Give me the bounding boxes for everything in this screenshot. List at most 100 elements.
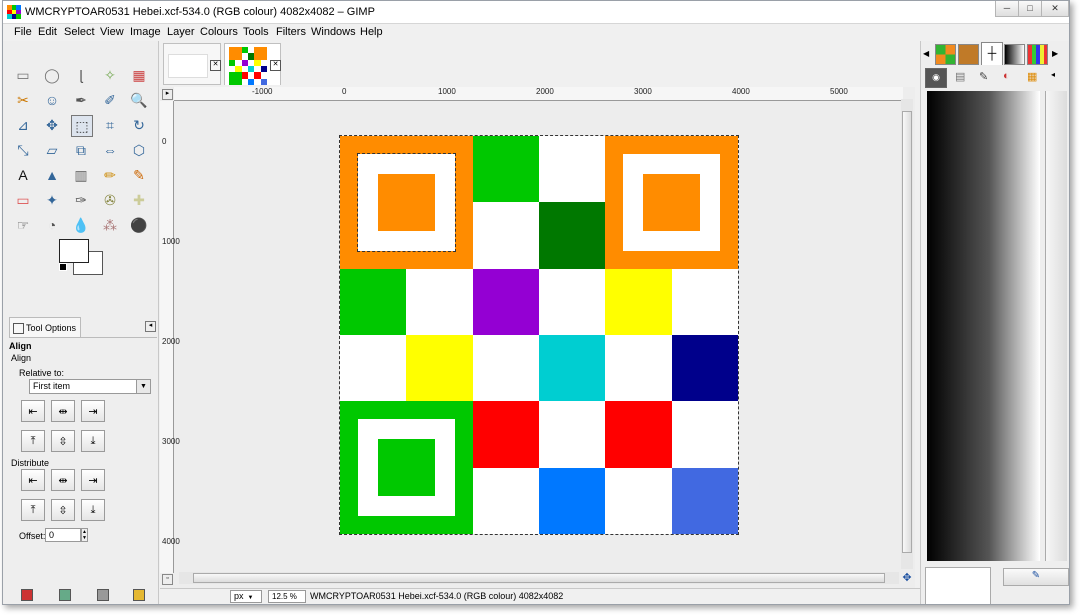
- navigate-icon[interactable]: ✥: [901, 572, 913, 584]
- image-canvas[interactable]: [339, 135, 739, 535]
- smudge-tool-icon[interactable]: ☞: [13, 215, 33, 235]
- rect-select-tool-icon[interactable]: ▭: [13, 65, 33, 85]
- eraser-tool-icon[interactable]: ▭: [13, 190, 33, 210]
- ink-tool-icon[interactable]: ✑: [71, 190, 91, 210]
- offset-spinner[interactable]: ▲ ▼: [81, 528, 88, 542]
- layers-tab-icon[interactable]: ◉: [925, 68, 947, 88]
- restore-button[interactable]: □: [1018, 1, 1042, 17]
- delete-tool-preset-icon[interactable]: [97, 589, 109, 601]
- distribute-middle-button[interactable]: ⇳: [51, 499, 75, 521]
- scale-tool-icon[interactable]: ⤡: [13, 140, 33, 160]
- restore-tool-preset-icon[interactable]: [59, 589, 71, 601]
- menu-view[interactable]: View: [100, 26, 124, 38]
- heal-tool-icon[interactable]: ✚: [129, 190, 149, 210]
- undo-history-tab-icon[interactable]: ◐: [1003, 70, 1010, 82]
- close-icon[interactable]: ✕: [210, 60, 221, 71]
- save-tool-preset-icon[interactable]: [21, 589, 33, 601]
- horizontal-ruler[interactable]: -1000 0 1000 2000 3000 4000 5000: [174, 87, 903, 101]
- relative-to-select[interactable]: First item ▼: [29, 379, 151, 394]
- menu-select[interactable]: Select: [64, 26, 95, 38]
- paths-tool-icon[interactable]: ✒: [71, 90, 91, 110]
- vertical-scroll-thumb[interactable]: [902, 111, 912, 553]
- text-tool-icon[interactable]: A: [13, 165, 33, 185]
- fonts-tab-icon[interactable]: ┼: [981, 42, 1003, 65]
- menu-help[interactable]: Help: [360, 26, 383, 38]
- distribute-center-button[interactable]: ⇹: [51, 469, 75, 491]
- align-bottom-button[interactable]: ⤓: [81, 430, 105, 452]
- scissors-tool-icon[interactable]: ✂: [13, 90, 33, 110]
- tab-menu-icon[interactable]: ◂: [145, 321, 156, 332]
- align-top-button[interactable]: ⤒: [21, 430, 45, 452]
- close-button[interactable]: ✕: [1041, 1, 1069, 17]
- flip-tool-icon[interactable]: ⇔: [100, 140, 120, 160]
- menu-tools[interactable]: Tools: [243, 26, 269, 38]
- gradients-tab-icon[interactable]: [1004, 44, 1025, 65]
- menu-colours[interactable]: Colours: [200, 26, 238, 38]
- shear-tool-icon[interactable]: ▱: [42, 140, 62, 160]
- distribute-top-button[interactable]: ⤒: [21, 499, 45, 521]
- crop-tool-icon[interactable]: ⌗: [100, 115, 120, 135]
- dock-left-arrow-icon[interactable]: ◀: [923, 49, 929, 58]
- image-tab-blank[interactable]: ✕: [163, 43, 221, 85]
- edit-icon[interactable]: ✎: [1003, 568, 1069, 586]
- menu-windows[interactable]: Windows: [311, 26, 356, 38]
- quick-mask-icon[interactable]: ▸: [162, 89, 173, 100]
- dock-scrollbar[interactable]: [1045, 91, 1067, 561]
- image-tab-active[interactable]: ✕: [224, 43, 281, 86]
- zoom-fit-icon[interactable]: ▫: [162, 574, 173, 585]
- distribute-bottom-button[interactable]: ⤓: [81, 499, 105, 521]
- rotate-tool-icon[interactable]: ↻: [129, 115, 149, 135]
- gradient-preview[interactable]: [927, 91, 1040, 561]
- menu-file[interactable]: File: [14, 26, 32, 38]
- align-tool-icon[interactable]: ⬚: [71, 115, 93, 137]
- tab-tool-options[interactable]: Tool Options: [9, 317, 81, 337]
- cage-transform-tool-icon[interactable]: ⬡: [129, 140, 149, 160]
- menu-edit[interactable]: Edit: [38, 26, 57, 38]
- brush-preview[interactable]: [925, 567, 991, 604]
- minimize-button[interactable]: ─: [995, 1, 1019, 17]
- menu-filters[interactable]: Filters: [276, 26, 306, 38]
- colormap-tab-icon[interactable]: ▦: [1027, 70, 1037, 83]
- airbrush-tool-icon[interactable]: ✦: [42, 190, 62, 210]
- brushes-tab-icon[interactable]: [958, 44, 979, 65]
- offset-input[interactable]: 0: [45, 528, 81, 542]
- move-tool-icon[interactable]: ✥: [42, 115, 62, 135]
- select-by-color-tool-icon[interactable]: ▦: [129, 65, 149, 85]
- paths-tab-icon[interactable]: ✎: [979, 70, 988, 83]
- distribute-right-button[interactable]: ⇥: [81, 469, 105, 491]
- default-colors-icon[interactable]: [59, 263, 67, 271]
- vertical-scrollbar[interactable]: [901, 99, 913, 569]
- fill-tool-icon[interactable]: ⚫: [129, 215, 149, 235]
- align-middle-button[interactable]: ⇳: [51, 430, 75, 452]
- palettes-tab-icon[interactable]: [1027, 44, 1048, 65]
- dock-menu-icon[interactable]: ◂: [1051, 70, 1055, 79]
- close-icon[interactable]: ✕: [270, 60, 281, 71]
- channels-tab-icon[interactable]: ▤: [955, 70, 965, 83]
- pencil-tool-icon[interactable]: ✏: [100, 165, 120, 185]
- zoom-select[interactable]: 12.5 %: [268, 590, 306, 603]
- bucket-fill-tool-icon[interactable]: ▲: [42, 165, 62, 185]
- dodge-burn-tool-icon[interactable]: ◔: [42, 215, 62, 235]
- align-left-button[interactable]: ⇤: [21, 400, 45, 422]
- distribute-left-button[interactable]: ⇤: [21, 469, 45, 491]
- align-right-button[interactable]: ⇥: [81, 400, 105, 422]
- menu-image[interactable]: Image: [130, 26, 161, 38]
- blur-sharpen-tool-icon[interactable]: 💧: [71, 215, 91, 235]
- free-select-tool-icon[interactable]: ɭ: [71, 65, 91, 85]
- perspective-tool-icon[interactable]: ⧉: [71, 140, 91, 160]
- foreground-select-tool-icon[interactable]: ☺: [42, 90, 62, 110]
- menu-layer[interactable]: Layer: [167, 26, 195, 38]
- foreground-color-swatch[interactable]: [59, 239, 89, 263]
- blend-tool-icon[interactable]: ▥: [71, 165, 91, 185]
- convolve-tool-icon[interactable]: ⁂: [100, 215, 120, 235]
- zoom-tool-icon[interactable]: 🔍: [129, 90, 149, 110]
- fuzzy-select-tool-icon[interactable]: ✧: [100, 65, 120, 85]
- reset-tool-options-icon[interactable]: [133, 589, 145, 601]
- ellipse-select-tool-icon[interactable]: ◯: [42, 65, 62, 85]
- dock-right-arrow-icon[interactable]: ▶: [1052, 49, 1058, 58]
- patterns-tab-icon[interactable]: [935, 44, 956, 65]
- color-picker-tool-icon[interactable]: ✐: [100, 90, 120, 110]
- horizontal-scrollbar[interactable]: [179, 572, 899, 584]
- unit-select[interactable]: px ▼: [230, 590, 262, 603]
- horizontal-scroll-thumb[interactable]: [193, 573, 885, 583]
